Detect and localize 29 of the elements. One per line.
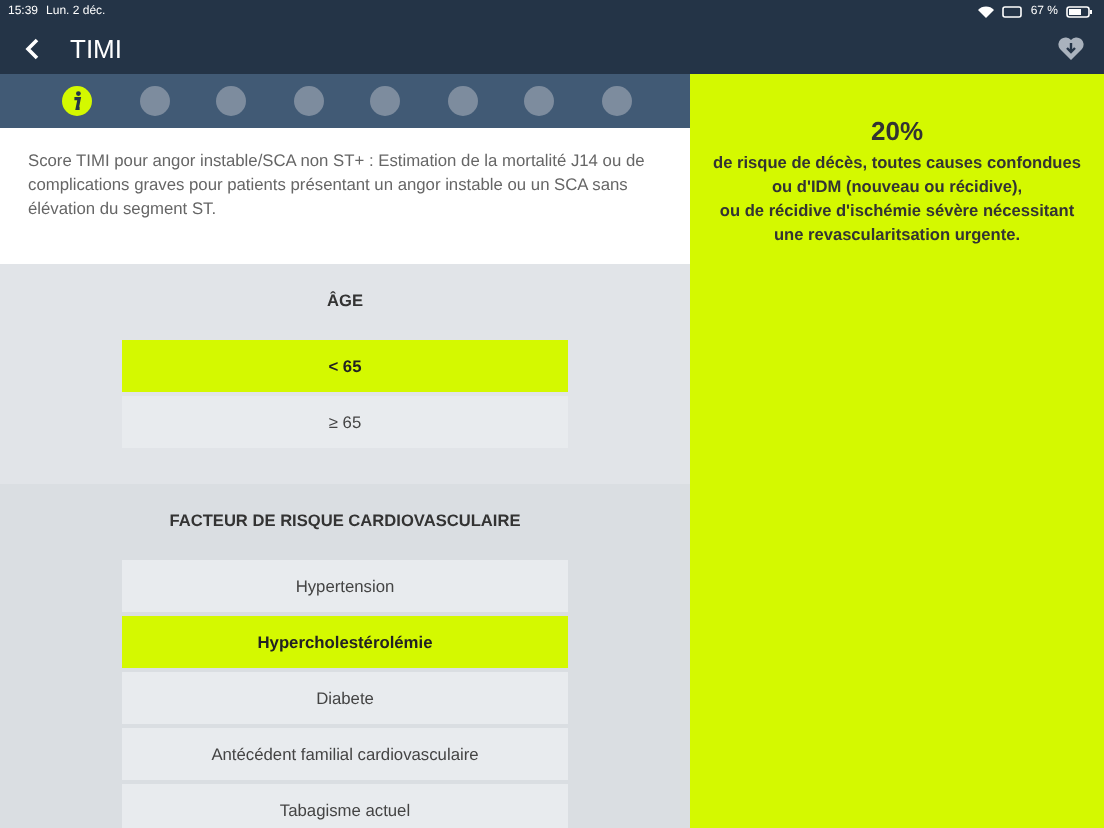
option-button[interactable]: Tabagisme actuel [122, 784, 568, 828]
result-text: ou de récidive d'ischémie sévère nécessitant [719, 198, 1075, 222]
info-step-icon[interactable] [62, 86, 92, 116]
step-dot[interactable] [216, 86, 246, 116]
option-button[interactable]: Hypercholestérolémie [122, 616, 568, 668]
option-button[interactable]: ≥ 65 [122, 396, 568, 448]
heart-download-icon[interactable] [1058, 36, 1084, 60]
battery-icon [1066, 5, 1092, 17]
result-text: ou d'IDM (nouveau ou récidive), [771, 174, 1023, 198]
step-dot[interactable] [293, 86, 323, 116]
result-text: de risque de décès, toutes causes confondues [713, 150, 1081, 174]
screen-title: TIMI [70, 33, 122, 63]
option-button[interactable]: Antécédent familial cardiovasculaire [122, 728, 568, 780]
step-dot[interactable] [370, 86, 400, 116]
result-score: 20% [870, 116, 924, 146]
option-button[interactable]: < 65 [122, 340, 568, 392]
description-text: Score TIMI pour angor instable/SCA non ST+ : Estimation de la mortalité J14 ou de complications graves pour patients présentant un angor instable ou un SCA sans élévation du segment ST. [0, 128, 690, 264]
step-dot[interactable] [447, 86, 477, 116]
section-title: ÂGE [327, 290, 363, 310]
wifi-icon [978, 5, 995, 17]
step-dot[interactable] [524, 86, 554, 116]
result-text: une revascularitsation urgente. [773, 222, 1021, 246]
option-button[interactable]: Hypertension [122, 560, 568, 612]
sim-icon [1002, 5, 1023, 17]
step-dot[interactable] [601, 86, 631, 116]
option-button[interactable]: Diabete [122, 672, 568, 724]
step-dot[interactable] [139, 86, 169, 116]
back-icon[interactable] [24, 37, 40, 59]
section-title: FACTEUR DE RISQUE CARDIOVASCULAIRE [169, 510, 521, 530]
